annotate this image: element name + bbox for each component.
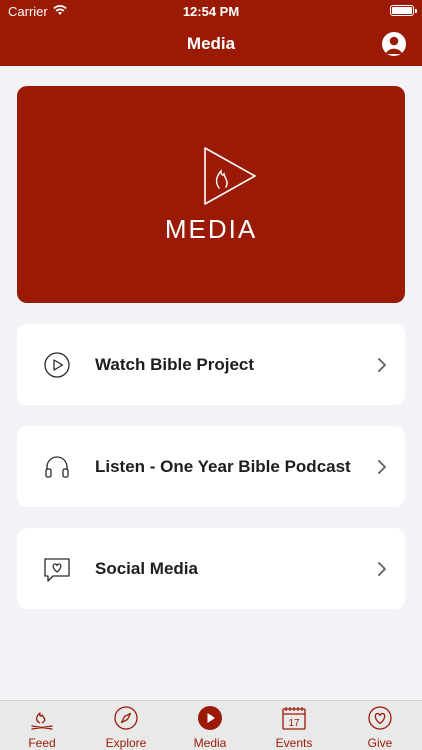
menu-item-watch-bible-project[interactable]: Watch Bible Project — [17, 324, 405, 405]
menu-item-label: Social Media — [95, 559, 198, 578]
tab-label: Feed — [28, 736, 56, 750]
battery-icon — [390, 5, 417, 16]
menu-item-social-media[interactable]: Social Media — [17, 528, 405, 609]
tab-feed[interactable]: Feed — [0, 701, 84, 750]
calendar-icon: 17 — [282, 707, 306, 730]
tab-give[interactable]: Give — [338, 701, 422, 750]
menu-item-label: Listen - One Year Bible Podcast — [95, 457, 351, 476]
tab-label: Give — [367, 736, 393, 750]
campfire-icon — [31, 712, 53, 730]
chevron-right-icon — [378, 460, 386, 474]
tab-events[interactable]: 17 Events — [252, 701, 336, 750]
status-bar: Carrier 12:54 PM — [0, 0, 422, 22]
tab-bar: Feed Explore Media 17 Events Give — [0, 700, 422, 750]
tab-media[interactable]: Media — [168, 701, 252, 750]
play-flame-logo — [204, 147, 256, 205]
profile-glyph — [385, 36, 403, 54]
profile-icon[interactable] — [382, 32, 406, 56]
heart-circle-icon — [368, 706, 392, 730]
menu-item-label: Watch Bible Project — [95, 355, 255, 374]
nav-bar: Media — [0, 22, 422, 66]
chat-heart-icon — [44, 558, 70, 582]
chevron-right-icon — [378, 358, 386, 372]
chevron-right-icon — [378, 562, 386, 576]
media-hero-banner[interactable]: MEDIA — [17, 86, 405, 303]
tab-explore[interactable]: Explore — [84, 701, 168, 750]
tab-label: Explore — [105, 736, 147, 750]
tab-label: Events — [275, 736, 313, 750]
clock: 12:54 PM — [182, 4, 240, 19]
headphones-icon — [45, 456, 69, 478]
tab-label: Media — [193, 736, 227, 750]
hero-title: MEDIA — [164, 214, 258, 244]
play-circle-icon — [44, 352, 70, 378]
play-circle-filled-icon — [198, 706, 222, 730]
compass-icon — [114, 706, 138, 730]
svg-text:17: 17 — [288, 718, 300, 729]
page-title: Media — [186, 34, 236, 53]
menu-item-listen-podcast[interactable]: Listen - One Year Bible Podcast — [17, 426, 405, 507]
